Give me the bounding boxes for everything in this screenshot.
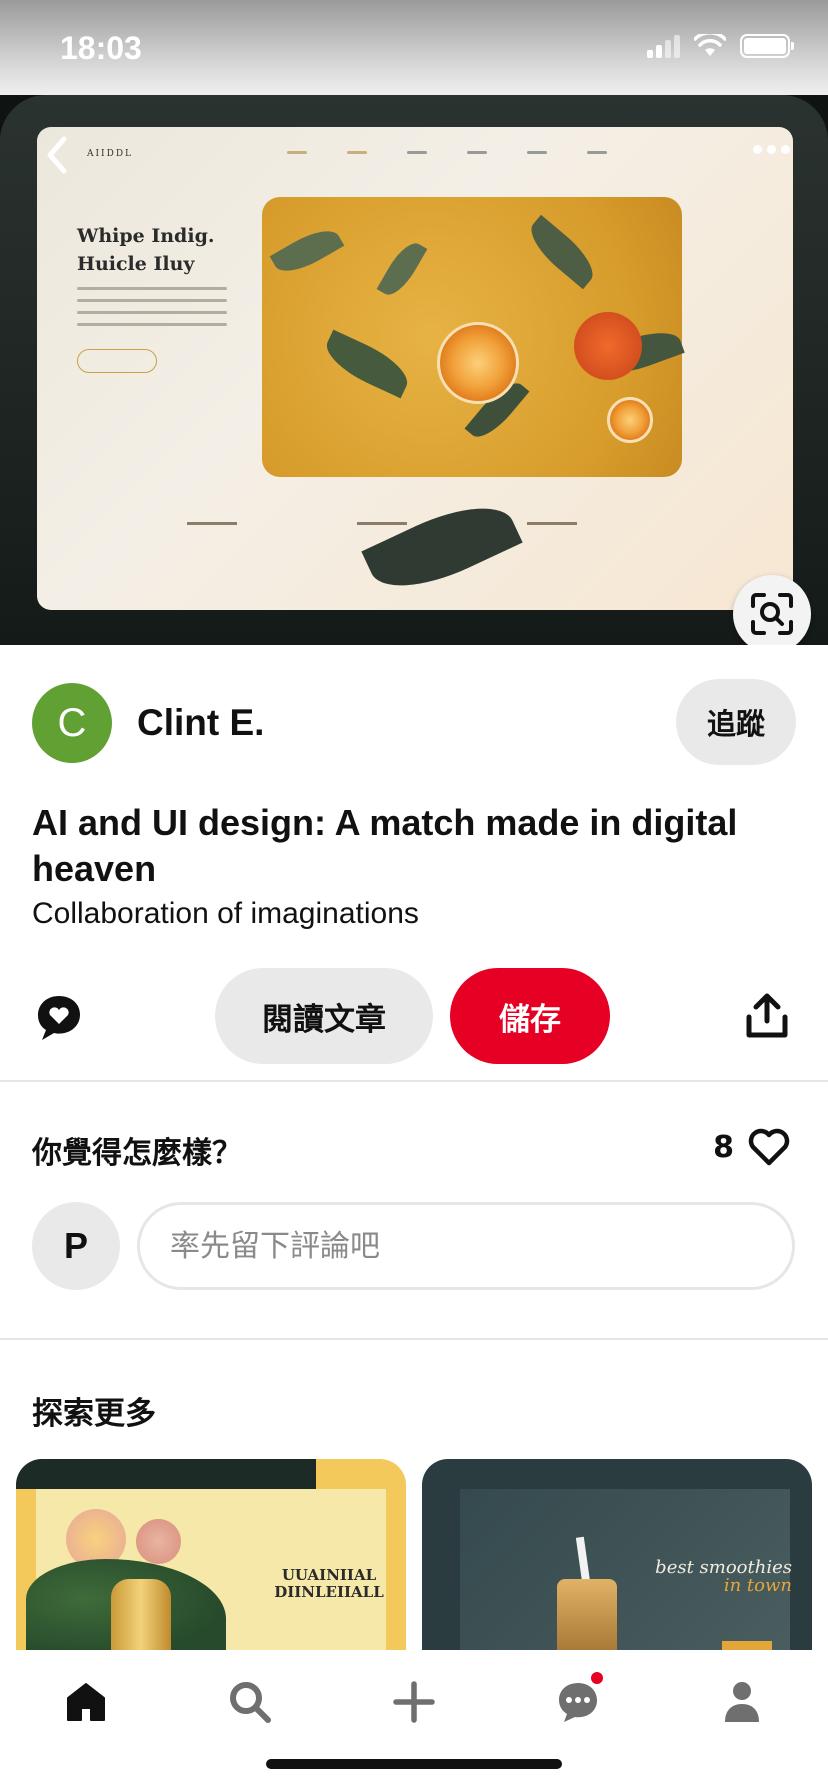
nav-create[interactable]	[384, 1672, 444, 1732]
home-icon	[67, 1683, 105, 1721]
action-row: 閱讀文章 儲存	[0, 965, 828, 1065]
home-indicator	[266, 1759, 562, 1769]
explore-card-title: best smoothies in town	[655, 1557, 792, 1596]
like-count-group[interactable]: 8	[713, 1128, 790, 1166]
messages-icon	[559, 1683, 597, 1722]
explore-pin-card[interactable]: UUAINIIAL DIINLEIIALL	[16, 1459, 406, 1659]
follow-button[interactable]: 追蹤	[676, 679, 796, 765]
user-avatar: P	[32, 1202, 120, 1290]
heart-icon[interactable]	[748, 1128, 790, 1166]
status-time: 18:03	[60, 30, 142, 66]
nav-search[interactable]	[220, 1672, 280, 1732]
mockup-text-lines	[77, 287, 227, 335]
comment-input[interactable]	[137, 1202, 795, 1290]
divider	[0, 1080, 828, 1082]
mockup-pill	[77, 349, 157, 373]
bottom-nav	[0, 1650, 828, 1792]
explore-pin-card[interactable]: best smoothies in town	[422, 1459, 812, 1659]
like-count: 8	[713, 1129, 734, 1165]
visual-search-button[interactable]	[733, 575, 811, 645]
more-icon[interactable]	[753, 145, 790, 154]
profile-icon	[725, 1682, 759, 1722]
create-icon	[393, 1681, 435, 1723]
comments-heading: 你覺得怎麼樣？	[32, 1136, 242, 1171]
nav-profile[interactable]	[712, 1672, 772, 1732]
mockup-headline: Whipe Indig. Huicle Iluy	[77, 225, 215, 275]
pin-image[interactable]: AIIDDL Whipe Indig. Huicle Iluy	[0, 95, 828, 645]
wifi-icon	[694, 34, 726, 56]
visual-search-icon	[751, 593, 793, 635]
mockup-footer	[187, 522, 577, 525]
save-button[interactable]: 儲存	[450, 968, 610, 1064]
mockup-dark-leaf	[361, 488, 523, 606]
status-bar: 18:03	[0, 0, 828, 95]
signal-icon	[647, 34, 680, 58]
mockup-screen: AIIDDL Whipe Indig. Huicle Iluy	[37, 127, 793, 610]
mockup-botanical-card	[262, 197, 685, 477]
back-icon[interactable]	[44, 135, 70, 175]
explore-heading: 探索更多	[32, 1396, 156, 1432]
pin-title: AI and UI design: A match made in digita…	[32, 802, 738, 889]
explore-card-title: UUAINIIAL DIINLEIIALL	[274, 1566, 384, 1601]
notification-dot	[589, 1670, 605, 1686]
pin-subtitle: Collaboration of imaginations	[32, 897, 419, 930]
battery-icon	[740, 34, 794, 58]
mockup-nav: AIIDDL	[37, 127, 793, 187]
author-row: C Clint E. 追蹤	[32, 679, 796, 765]
status-icons	[647, 34, 794, 58]
device-mockup: AIIDDL Whipe Indig. Huicle Iluy	[0, 95, 828, 645]
read-article-button[interactable]: 閱讀文章	[215, 968, 433, 1064]
share-icon[interactable]	[745, 993, 789, 1039]
nav-home[interactable]	[56, 1672, 116, 1732]
author-avatar[interactable]: C	[32, 683, 112, 763]
nav-messages[interactable]	[548, 1670, 608, 1732]
reaction-heart-icon[interactable]	[34, 993, 84, 1043]
author-name[interactable]: Clint E.	[137, 702, 264, 744]
search-icon	[230, 1682, 271, 1723]
divider	[0, 1338, 828, 1340]
mockup-brand: AIIDDL	[87, 149, 134, 159]
